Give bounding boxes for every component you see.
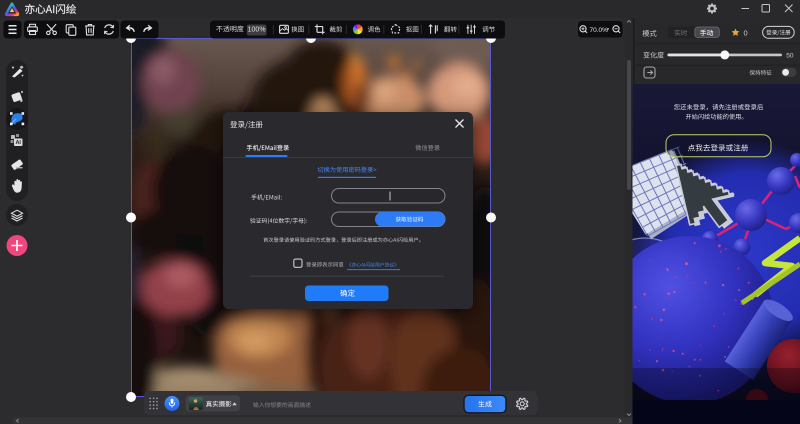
svg-text:50: 50 [786,52,794,59]
svg-text:70.0%: 70.0% [590,27,609,34]
svg-text:0: 0 [744,28,748,37]
svg-text:AI: AI [15,140,21,146]
svg-text:100%: 100% [248,26,266,33]
